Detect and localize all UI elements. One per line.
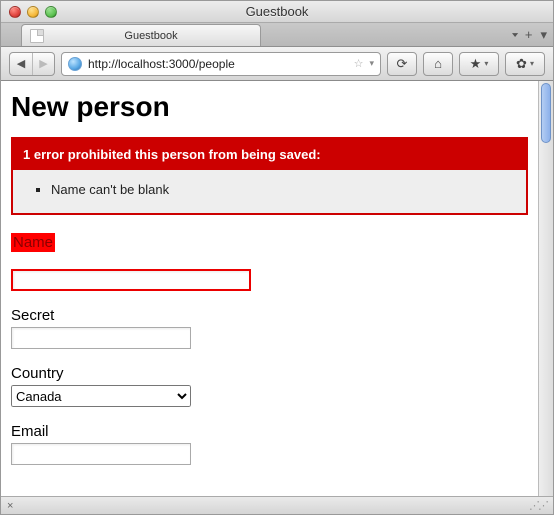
- country-label: Country: [11, 365, 64, 382]
- bookmark-icon: ★: [470, 56, 482, 72]
- tab-title: Guestbook: [50, 30, 252, 42]
- bookmark-star-icon[interactable]: ☆: [354, 57, 364, 70]
- titlebar: Guestbook: [1, 1, 553, 23]
- traffic-lights: [9, 6, 57, 18]
- error-item: Name can't be blank: [51, 180, 516, 199]
- page-title: New person: [11, 91, 528, 123]
- chevron-down-icon: ▾: [484, 59, 488, 68]
- field-email: Email: [11, 423, 528, 465]
- statusbar: × ⋰⋰: [1, 496, 553, 514]
- error-list: Name can't be blank: [23, 180, 516, 199]
- error-explanation: 1 error prohibited this person from bein…: [11, 137, 528, 215]
- vertical-scrollbar[interactable]: [538, 81, 553, 496]
- name-input[interactable]: [11, 269, 251, 291]
- window-title: Guestbook: [1, 4, 553, 19]
- toolbar: ◀ ▶ http://localhost:3000/people ☆ ▾ ⟳ ⌂…: [1, 47, 553, 81]
- field-secret: Secret: [11, 307, 528, 349]
- field-country: Country Canada: [11, 365, 528, 407]
- secret-input[interactable]: [11, 327, 191, 349]
- forward-button[interactable]: ▶: [32, 53, 54, 75]
- url-text: http://localhost:3000/people: [88, 57, 348, 71]
- reload-icon: ⟳: [397, 56, 408, 72]
- new-tab-button[interactable]: +: [525, 27, 533, 43]
- email-input[interactable]: [11, 443, 191, 465]
- home-icon: ⌂: [434, 56, 442, 71]
- error-body: Name can't be blank: [13, 170, 526, 213]
- tabs-overflow-icon[interactable]: ▶: [507, 33, 520, 37]
- content-area: New person 1 error prohibited this perso…: [1, 81, 553, 496]
- url-dropdown-icon[interactable]: ▾: [369, 58, 374, 69]
- page-body: New person 1 error prohibited this perso…: [1, 81, 538, 496]
- email-label: Email: [11, 423, 49, 440]
- resize-grip[interactable]: ⋰⋰: [529, 499, 547, 512]
- tabstrip: Guestbook ▶ + ▾: [1, 23, 553, 47]
- close-button[interactable]: [9, 6, 21, 18]
- tabstrip-controls: ▶ + ▾: [509, 27, 547, 43]
- browser-window: Guestbook Guestbook ▶ + ▾ ◀ ▶ http://loc…: [0, 0, 554, 515]
- field-name: Name: [11, 233, 528, 291]
- error-header: 1 error prohibited this person from bein…: [13, 139, 526, 170]
- country-select[interactable]: Canada: [11, 385, 191, 407]
- back-button[interactable]: ◀: [10, 53, 32, 75]
- chevron-down-icon: ▾: [530, 59, 534, 68]
- tabs-menu-button[interactable]: ▾: [540, 27, 547, 43]
- minimize-button[interactable]: [27, 6, 39, 18]
- zoom-button[interactable]: [45, 6, 57, 18]
- bookmarks-button[interactable]: ★▾: [459, 52, 499, 76]
- browser-tab[interactable]: Guestbook: [21, 24, 261, 46]
- scrollbar-thumb[interactable]: [541, 83, 551, 143]
- name-label: Name: [11, 233, 55, 252]
- nav-buttons: ◀ ▶: [9, 52, 55, 76]
- reload-button[interactable]: ⟳: [387, 52, 417, 76]
- page-icon: [30, 29, 44, 43]
- globe-icon: [68, 57, 82, 71]
- status-left[interactable]: ×: [7, 500, 13, 512]
- url-bar[interactable]: http://localhost:3000/people ☆ ▾: [61, 52, 381, 76]
- secret-label: Secret: [11, 307, 54, 324]
- settings-button[interactable]: ✿▾: [505, 52, 545, 76]
- home-button[interactable]: ⌂: [423, 52, 453, 76]
- gear-icon: ✿: [516, 56, 527, 72]
